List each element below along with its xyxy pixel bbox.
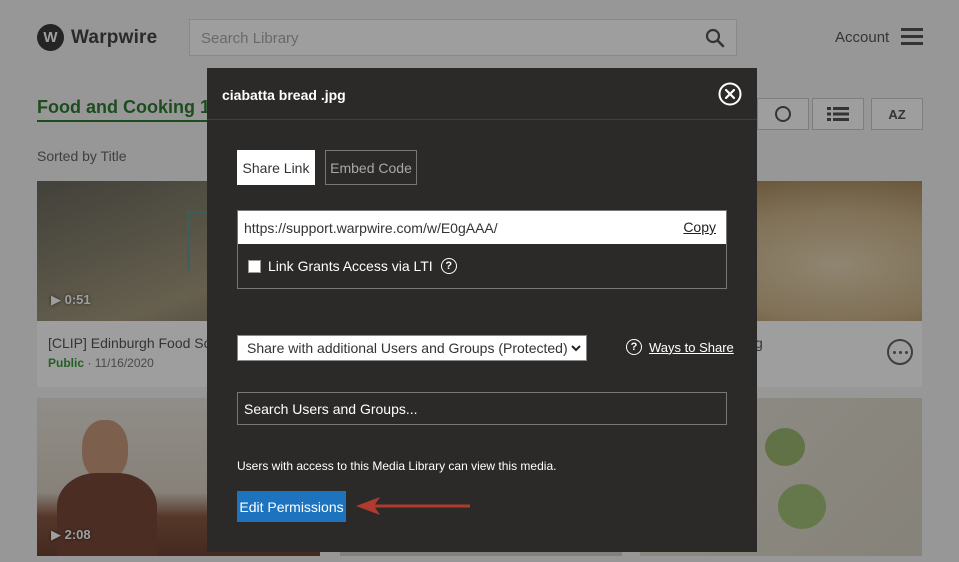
copy-link-button[interactable]: Copy (683, 219, 716, 235)
lti-access-option: Link Grants Access via LTI ? (248, 258, 457, 274)
close-icon[interactable] (718, 82, 742, 106)
chevron-down-icon (571, 345, 581, 352)
share-link-panel: https://support.warpwire.com/w/E0gAAA/ C… (237, 210, 727, 289)
help-icon: ? (626, 339, 642, 355)
modal-header: ciabatta bread .jpg (207, 68, 757, 120)
lti-access-checkbox[interactable] (248, 259, 261, 273)
search-users-input[interactable]: Search Users and Groups... (237, 392, 727, 425)
help-icon[interactable]: ? (440, 258, 457, 274)
ways-to-share-link[interactable]: ? Ways to Share (625, 339, 734, 355)
lti-access-label[interactable]: Link Grants Access via LTI (268, 258, 433, 274)
ways-to-share-label[interactable]: Ways to Share (649, 340, 734, 355)
access-note: Users with access to this Media Library … (237, 459, 557, 473)
share-select-value: Share with additional Users and Groups (… (247, 340, 568, 356)
edit-permissions-button[interactable]: Edit Permissions (237, 491, 346, 522)
modal-title: ciabatta bread .jpg (222, 87, 346, 103)
share-url[interactable]: https://support.warpwire.com/w/E0gAAA/ (244, 220, 498, 236)
tab-embed-code[interactable]: Embed Code (325, 150, 417, 185)
tab-share-link[interactable]: Share Link (237, 150, 315, 185)
annotation-arrow-icon (356, 497, 470, 515)
share-permission-select[interactable]: Share with additional Users and Groups (… (237, 335, 587, 361)
share-url-field[interactable]: https://support.warpwire.com/w/E0gAAA/ C… (238, 211, 726, 244)
share-modal: ciabatta bread .jpg Share Link Embed Cod… (207, 68, 757, 552)
